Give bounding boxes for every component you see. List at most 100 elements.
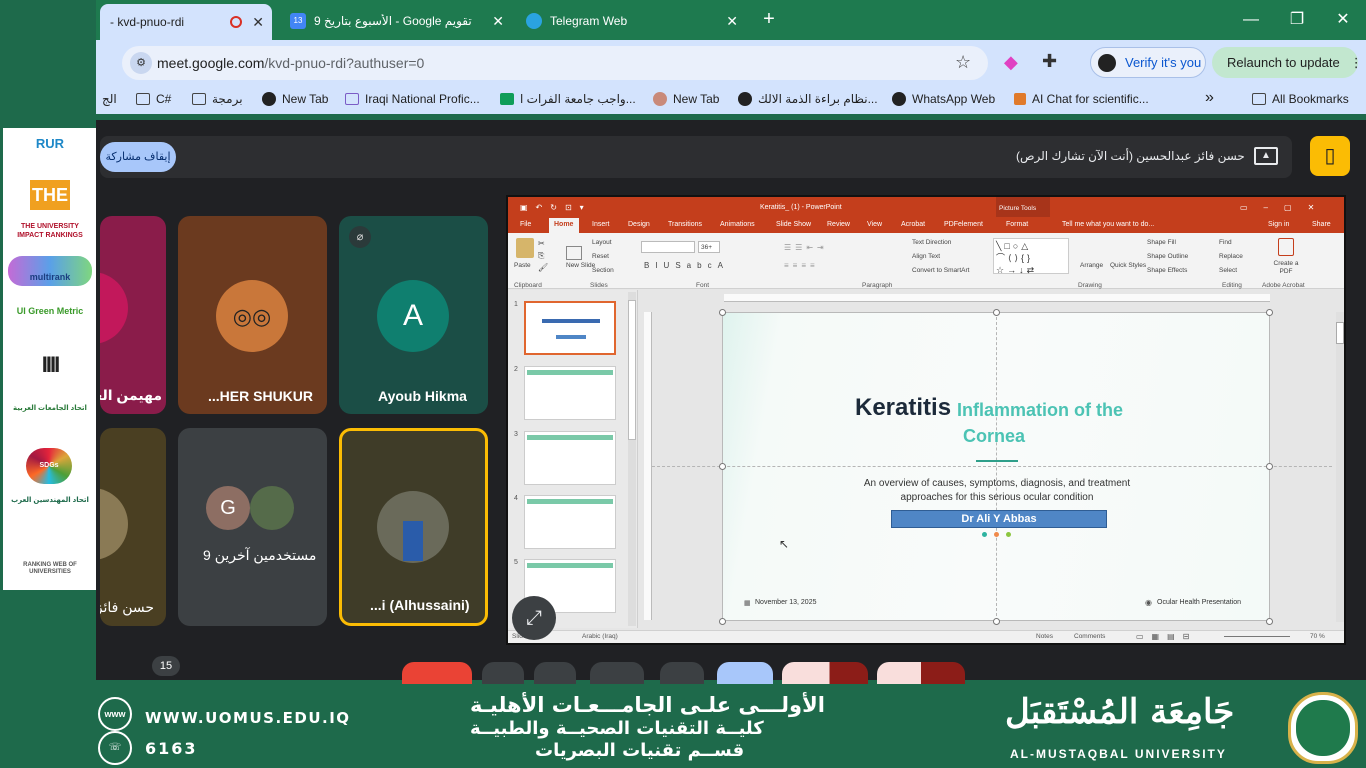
- control-button[interactable]: [534, 662, 576, 684]
- resize-handle[interactable]: [993, 618, 1000, 625]
- language-status[interactable]: Arabic (Iraq): [582, 633, 618, 640]
- bookmark-item[interactable]: AI Chat for scientific...: [1014, 92, 1149, 106]
- relaunch-button[interactable]: Relaunch to update ⋮: [1212, 47, 1363, 78]
- ppt-tab-insert[interactable]: Insert: [592, 221, 610, 228]
- camera-toggle-button[interactable]: [877, 662, 965, 684]
- thumbs-scrollbar[interactable]: [628, 292, 636, 626]
- align-text-button[interactable]: Align Text: [912, 253, 940, 260]
- pdf-icon[interactable]: [1278, 238, 1294, 256]
- participant-tile[interactable]: مهيمن العا: [100, 216, 166, 414]
- arrange-button[interactable]: Arrange: [1080, 262, 1103, 269]
- expand-icon[interactable]: ⤢: [512, 596, 556, 640]
- participant-tile-speaking[interactable]: ...i (Alhussaini): [339, 428, 488, 626]
- reset-button[interactable]: Reset: [592, 253, 609, 260]
- close-tab-icon[interactable]: ✕: [252, 14, 264, 31]
- paste-button[interactable]: Paste: [514, 262, 531, 269]
- extensions-puzzle-icon[interactable]: ✚: [1042, 51, 1057, 72]
- site-info-icon[interactable]: ⚙: [130, 52, 152, 74]
- participant-tile[interactable]: ⌀ A Ayoub Hikma: [339, 216, 488, 414]
- restore-button[interactable]: ❐: [1282, 8, 1312, 32]
- font-size-box[interactable]: 36+: [698, 241, 720, 253]
- bookmark-item[interactable]: الج: [102, 92, 117, 106]
- ppt-tab-animations[interactable]: Animations: [720, 221, 755, 228]
- ppt-tab-view[interactable]: View: [867, 221, 882, 228]
- slide-thumbnail-selected[interactable]: [524, 301, 616, 355]
- bookmark-item[interactable]: Iraqi National Profic...: [345, 92, 480, 106]
- convert-smartart-button[interactable]: Convert to SmartArt: [912, 267, 969, 274]
- new-tab-button[interactable]: +: [758, 8, 780, 30]
- side-panel-button[interactable]: ▯: [1310, 136, 1350, 176]
- zoom-level[interactable]: 70 %: [1310, 633, 1325, 640]
- close-tab-icon[interactable]: ✕: [492, 13, 504, 30]
- new-slide-button[interactable]: New Slide: [566, 262, 595, 269]
- control-button[interactable]: [590, 662, 644, 684]
- present-icon[interactable]: ▲: [1254, 147, 1278, 165]
- resize-handle[interactable]: [719, 463, 726, 470]
- find-button[interactable]: Find: [1219, 239, 1232, 246]
- quick-access-icons[interactable]: ▣↶↻⊡▾: [520, 203, 592, 212]
- participant-tile[interactable]: G 9 مستخدمين آخرين: [178, 428, 327, 626]
- participant-tile[interactable]: ◎◎ ...HER SHUKUR: [178, 216, 327, 414]
- text-direction-button[interactable]: Text Direction: [912, 239, 951, 246]
- tell-me-box[interactable]: Tell me what you want to do...: [1062, 221, 1154, 228]
- close-tab-icon[interactable]: ✕: [726, 13, 738, 30]
- ppt-tab-review[interactable]: Review: [827, 221, 850, 228]
- ppt-tab-home[interactable]: Home: [554, 221, 573, 228]
- font-name-box[interactable]: [641, 241, 695, 253]
- clipboard-icons[interactable]: ✂ ⎘ 🖌: [538, 238, 548, 274]
- slide-thumbnail[interactable]: [524, 366, 616, 420]
- slide-thumbnail[interactable]: [524, 431, 616, 485]
- shape-fill-button[interactable]: Shape Fill: [1147, 239, 1176, 246]
- view-buttons[interactable]: ▭▦▤⊟: [1136, 632, 1197, 641]
- sign-in-link[interactable]: Sign in: [1268, 221, 1289, 228]
- extension-icon[interactable]: ◆: [1004, 52, 1018, 73]
- bookmark-star-icon[interactable]: ☆: [955, 52, 971, 73]
- mic-toggle-button[interactable]: [782, 662, 868, 684]
- leave-call-button[interactable]: [402, 662, 472, 684]
- bookmark-item[interactable]: نظام براءة الذمة الالك...: [738, 92, 878, 106]
- resize-handle[interactable]: [719, 618, 726, 625]
- tab-meet[interactable]: - kvd-pnuo-rdi ✕: [100, 4, 272, 40]
- more-bookmarks-button[interactable]: »: [1205, 89, 1214, 107]
- layout-button[interactable]: Layout: [592, 239, 612, 246]
- select-button[interactable]: Select: [1219, 267, 1237, 274]
- paragraph-list-buttons[interactable]: ☰☰⇤⇥: [784, 243, 828, 252]
- ppt-tab-slideshow[interactable]: Slide Show: [776, 221, 811, 228]
- close-window-button[interactable]: ✕: [1328, 8, 1358, 32]
- new-slide-icon[interactable]: [566, 246, 582, 260]
- control-button[interactable]: [482, 662, 524, 684]
- paste-icon[interactable]: [516, 238, 534, 258]
- quick-styles-button[interactable]: Quick Styles: [1110, 262, 1146, 269]
- tab-calendar[interactable]: 13 تقويم Google - الأسبوع بتاريخ 9 ✕: [280, 6, 512, 36]
- all-bookmarks-button[interactable]: All Bookmarks: [1252, 92, 1349, 106]
- slide-thumbnail[interactable]: [524, 495, 616, 549]
- comments-button[interactable]: Comments: [1074, 633, 1105, 640]
- ppt-tab-file[interactable]: File: [520, 221, 531, 228]
- ppt-tab-acrobat[interactable]: Acrobat: [901, 221, 925, 228]
- control-button[interactable]: [660, 662, 704, 684]
- ppt-window-controls[interactable]: ▭–▢✕: [1240, 203, 1330, 212]
- minimize-button[interactable]: —: [1236, 8, 1266, 32]
- ppt-tab-design[interactable]: Design: [628, 221, 650, 228]
- bookmark-item[interactable]: C#: [136, 92, 171, 106]
- zoom-slider[interactable]: [1224, 636, 1290, 637]
- tab-telegram[interactable]: Telegram Web ✕: [516, 6, 746, 36]
- create-pdf-button[interactable]: Create a PDF: [1272, 260, 1300, 276]
- shape-outline-button[interactable]: Shape Outline: [1147, 253, 1188, 260]
- resize-handle[interactable]: [993, 309, 1000, 316]
- resize-handle[interactable]: [1266, 463, 1273, 470]
- notes-button[interactable]: Notes: [1036, 633, 1053, 640]
- present-button[interactable]: [717, 662, 773, 684]
- bookmark-item[interactable]: New Tab: [653, 92, 719, 106]
- share-button[interactable]: Share: [1312, 221, 1331, 228]
- bookmark-item[interactable]: WhatsApp Web: [892, 92, 995, 106]
- stop-sharing-button[interactable]: إيقاف مشاركة: [100, 142, 176, 172]
- replace-button[interactable]: Replace: [1219, 253, 1243, 260]
- resize-handle[interactable]: [1266, 309, 1273, 316]
- ppt-tab-format[interactable]: Format: [1006, 221, 1028, 228]
- url-text[interactable]: meet.google.com/kvd-pnuo-rdi?authuser=0: [157, 55, 424, 71]
- shape-effects-button[interactable]: Shape Effects: [1147, 267, 1187, 274]
- bookmark-item[interactable]: واجب جامعة الفرات ا...: [500, 92, 636, 106]
- participant-tile[interactable]: حسن فائز: [100, 428, 166, 626]
- resize-handle[interactable]: [719, 309, 726, 316]
